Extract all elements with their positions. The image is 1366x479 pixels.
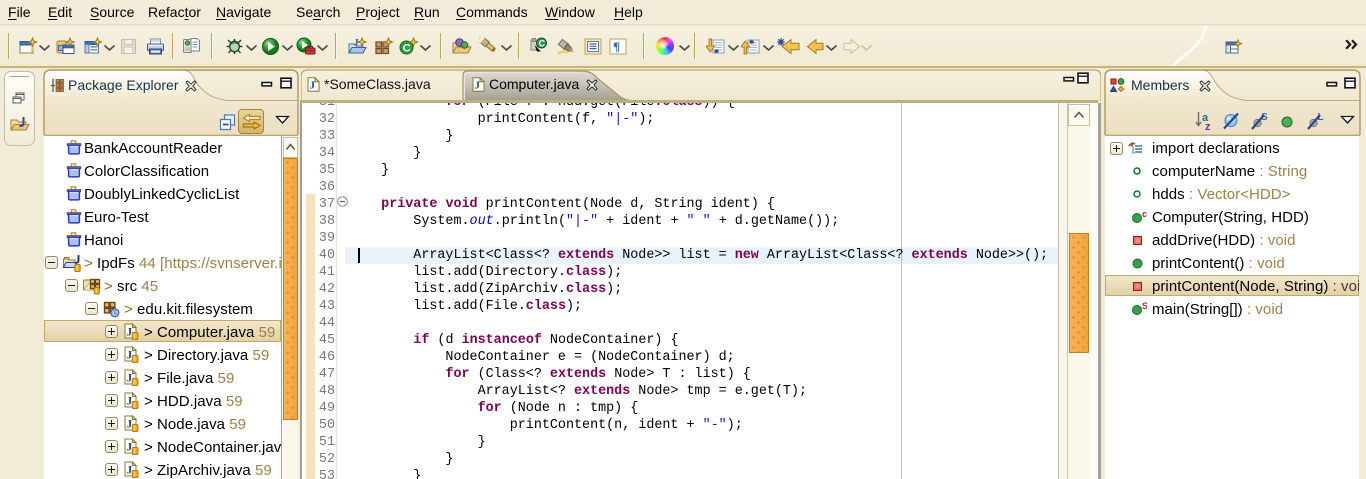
svg-text:C: C (403, 43, 411, 55)
svg-text:J: J (310, 80, 316, 92)
svg-text:c: c (1142, 210, 1147, 219)
svg-text:J: J (126, 371, 132, 385)
svg-text:C: C (539, 38, 546, 48)
svg-text:S: S (1142, 302, 1147, 311)
svg-text:J: J (126, 417, 132, 431)
svg-text:¶: ¶ (613, 39, 620, 54)
svg-text:J: J (126, 440, 132, 454)
svg-text:J: J (126, 463, 132, 477)
svg-text:J: J (475, 80, 481, 92)
svg-text:z: z (1205, 121, 1211, 132)
svg-text:J: J (126, 348, 132, 362)
svg-text:J: J (126, 325, 132, 339)
svg-text:J: J (126, 394, 132, 408)
